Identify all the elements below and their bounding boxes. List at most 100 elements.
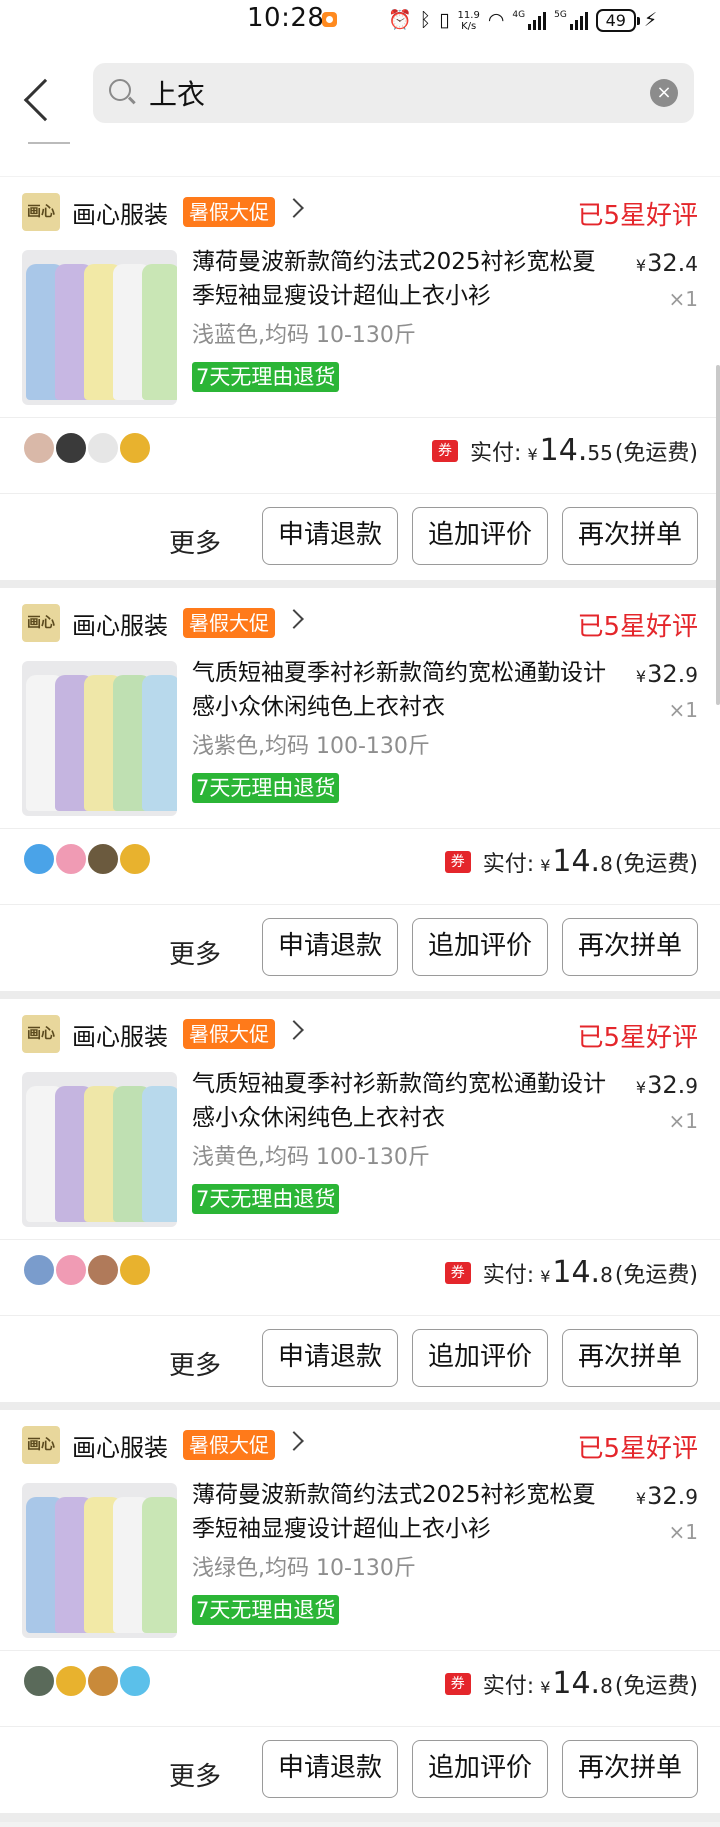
add-review-button[interactable]: 追加评价 [412,1329,548,1387]
add-review-button[interactable]: 追加评价 [412,507,548,565]
pay-amount: ¥14.8 [540,1255,613,1290]
shop-name[interactable]: 画心服装 [72,606,168,641]
product-variant: 浅绿色,均码 10-130斤 [192,1556,416,1581]
chevron-right-icon[interactable] [284,198,304,218]
pay-currency: ¥ [540,1267,551,1286]
apply-refund-button[interactable]: 申请退款 [262,918,398,976]
pay-label: 实付: [482,1673,535,1699]
payment-row: 券 实付: ¥14.55 (免运费) [432,433,698,468]
wifi-icon: ◠ [487,9,505,31]
shipping-note: (免运费) [614,851,698,877]
return-policy-badge: 7天无理由退货 [192,362,340,392]
product-title[interactable]: 气质短袖夏季衬衫新款简约宽松通勤设计感小众休闲纯色上衣衬衣 [192,1067,618,1135]
sig2-tag: 5G [554,10,567,20]
pay-amount: ¥14.8 [540,1666,613,1701]
group-buyer-avatars[interactable] [22,431,152,465]
pay-int: 14. [539,433,588,468]
shirt-swatch [142,1497,177,1633]
coupon-icon: 券 [444,850,471,873]
reorder-button[interactable]: 再次拼单 [562,507,698,565]
group-buyer-avatars[interactable] [22,1664,152,1698]
reorder-button[interactable]: 再次拼单 [562,1329,698,1387]
charging-icon: ⚡ [643,9,658,31]
product-variant: 浅紫色,均码 100-130斤 [192,734,430,759]
apply-refund-button[interactable]: 申请退款 [262,1329,398,1387]
more-button[interactable]: 更多 [169,1345,221,1382]
more-button[interactable]: 更多 [169,934,221,971]
more-button[interactable]: 更多 [169,1756,221,1793]
divider [0,417,720,418]
pay-int: 14. [552,844,601,879]
reorder-button[interactable]: 再次拼单 [562,1740,698,1798]
divider [0,1239,720,1240]
shop-row[interactable]: 画心 画心服装 暑假大促 已5星好评 [0,999,720,1059]
shop-name[interactable]: 画心服装 [72,1428,168,1463]
cell-signal-1-icon: 4G [512,10,547,30]
product-title[interactable]: 薄荷曼波新款简约法式2025衬衫宽松夏季短袖显瘦设计超仙上衣小衫 [192,245,618,313]
divider [0,493,720,494]
shop-row[interactable]: 画心 画心服装 暑假大促 已5星好评 [0,1410,720,1470]
scrollbar[interactable] [716,365,720,705]
product-title[interactable]: 薄荷曼波新款简约法式2025衬衫宽松夏季短袖显瘦设计超仙上衣小衫 [192,1478,618,1546]
quantity: ×1 [668,1520,698,1544]
avatar [22,1253,56,1287]
shop-name[interactable]: 画心服装 [72,1017,168,1052]
product-image[interactable] [22,661,177,816]
product-title[interactable]: 气质短袖夏季衬衫新款简约宽松通勤设计感小众休闲纯色上衣衬衣 [192,656,618,724]
cell-signal-2-icon: 5G [554,10,588,30]
avatar [86,842,120,876]
shop-name[interactable]: 画心服装 [72,195,168,230]
back-button[interactable] [14,70,67,130]
review-status: 已5星好评 [577,612,698,642]
unit-price-decimal: 4 [685,252,698,276]
shipping-note: (免运费) [614,1673,698,1699]
vibrate-icon: ▯ [439,9,450,31]
pay-currency: ¥ [527,445,538,464]
search-input[interactable]: 上衣 × [93,63,694,123]
clear-search-button[interactable]: × [650,79,678,107]
payment-row: 券 实付: ¥14.8 (免运费) [444,844,698,879]
shop-logo: 画心 [22,1015,60,1053]
status-icons: ⏰ ᛒ ▯ 11.9 K/s ◠ 4G 5G 49 ⚡ [388,6,657,34]
back-chevron-icon [23,78,67,122]
search-icon [109,79,131,101]
unit-price-int: 32. [647,1071,686,1099]
header: 上衣 × [0,40,720,142]
bluetooth-icon: ᛒ [419,9,432,31]
search-query: 上衣 [149,78,206,111]
avatar [118,842,152,876]
coupon-icon: 券 [444,1672,471,1695]
shop-row[interactable]: 画心 画心服装 暑假大促 已5星好评 [0,588,720,648]
more-button[interactable]: 更多 [169,523,221,560]
product-image[interactable] [22,1483,177,1638]
order-card: 画心 画心服装 暑假大促 已5星好评 薄荷曼波新款简约法式2025衬衫宽松夏季短… [0,1410,720,1813]
avatar [86,1664,120,1698]
chevron-right-icon[interactable] [284,1431,304,1451]
shipping-note: (免运费) [614,440,698,466]
group-buyer-avatars[interactable] [22,842,152,876]
quantity: ×1 [668,287,698,311]
chevron-right-icon[interactable] [284,609,304,629]
avatar [22,842,56,876]
pay-int: 14. [552,1255,601,1290]
promo-badge: 暑假大促 [183,197,275,227]
product-image[interactable] [22,250,177,405]
status-bar: 10:28 ⏰ ᛒ ▯ 11.9 K/s ◠ 4G 5G 49 ⚡ [0,0,720,40]
chevron-right-icon[interactable] [284,1020,304,1040]
pay-label: 实付: [482,851,535,877]
add-review-button[interactable]: 追加评价 [412,918,548,976]
group-buyer-avatars[interactable] [22,1253,152,1287]
apply-refund-button[interactable]: 申请退款 [262,1740,398,1798]
product-image[interactable] [22,1072,177,1227]
reorder-button[interactable]: 再次拼单 [562,918,698,976]
apply-refund-button[interactable]: 申请退款 [262,507,398,565]
avatar [86,1253,120,1287]
avatar [86,431,120,465]
payment-row: 券 实付: ¥14.8 (免运费) [444,1666,698,1701]
quantity: ×1 [668,1109,698,1133]
promo-badge: 暑假大促 [183,1430,275,1460]
shop-row[interactable]: 画心 画心服装 暑假大促 已5星好评 [0,177,720,237]
avatar [118,1664,152,1698]
add-review-button[interactable]: 追加评价 [412,1740,548,1798]
unit-price-currency: ¥ [635,667,647,686]
